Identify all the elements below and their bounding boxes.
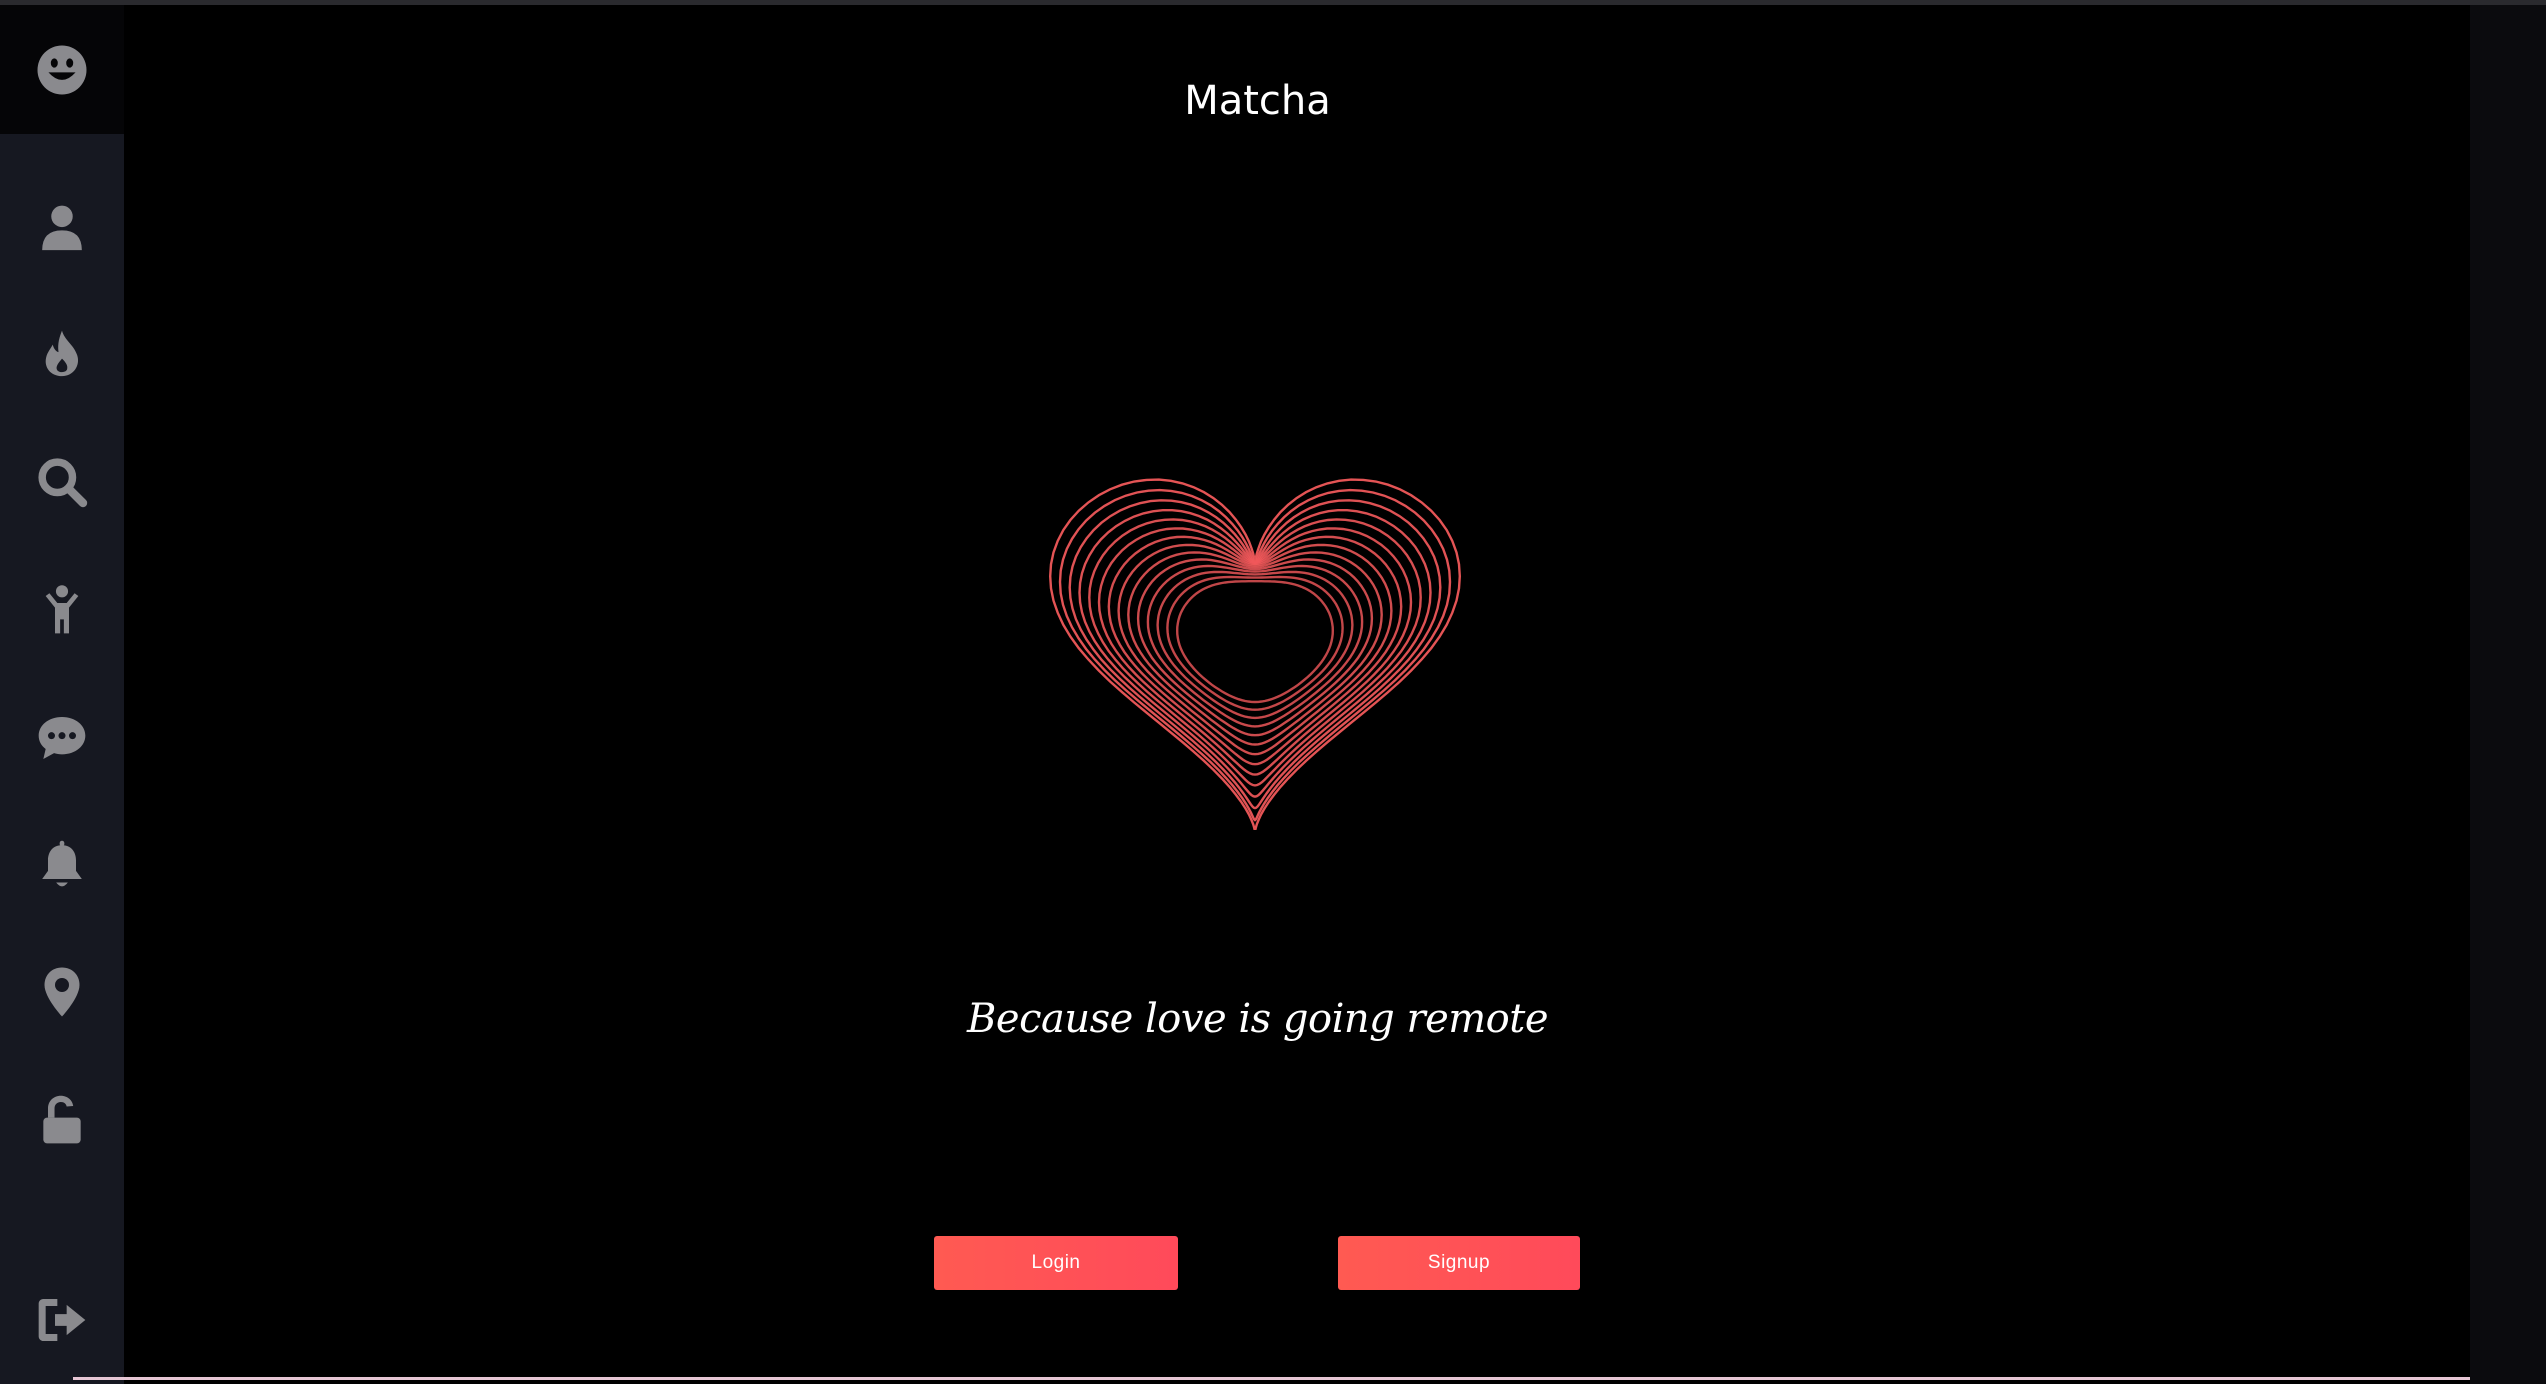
map-marker-icon bbox=[44, 967, 80, 1017]
search-icon bbox=[38, 458, 88, 508]
nav-logout[interactable] bbox=[0, 1275, 124, 1365]
heart-ring bbox=[1156, 570, 1354, 720]
sidebar bbox=[0, 5, 124, 1384]
signup-button[interactable]: Signup bbox=[1338, 1236, 1580, 1290]
bell-icon bbox=[42, 840, 82, 887]
nav-profile[interactable] bbox=[0, 183, 124, 273]
sign-out-icon bbox=[38, 1299, 86, 1341]
user-icon bbox=[42, 205, 82, 251]
chat-bubble-icon bbox=[38, 717, 86, 759]
unlock-icon bbox=[43, 1095, 81, 1144]
tagline: Because love is going remote bbox=[967, 996, 1549, 1042]
login-button[interactable]: Login bbox=[934, 1236, 1178, 1290]
fire-icon bbox=[45, 330, 79, 377]
child-figure-icon bbox=[45, 585, 79, 634]
page-bottom-border bbox=[73, 1377, 2470, 1380]
smiley-face-icon bbox=[37, 45, 87, 94]
page-title: Matcha bbox=[1184, 78, 1331, 124]
nav-search[interactable] bbox=[0, 437, 124, 527]
app-logo[interactable] bbox=[0, 5, 124, 134]
scroll-gutter bbox=[2470, 5, 2546, 1384]
nav-chat[interactable] bbox=[0, 693, 124, 783]
nav-visitors[interactable] bbox=[0, 565, 124, 655]
nav-location[interactable] bbox=[0, 947, 124, 1037]
heart-logo-icon bbox=[1048, 478, 1462, 830]
nav-notifications[interactable] bbox=[0, 820, 124, 910]
nav-login[interactable] bbox=[0, 1075, 124, 1165]
window-top-edge bbox=[0, 0, 2546, 5]
nav-matches[interactable] bbox=[0, 309, 124, 399]
